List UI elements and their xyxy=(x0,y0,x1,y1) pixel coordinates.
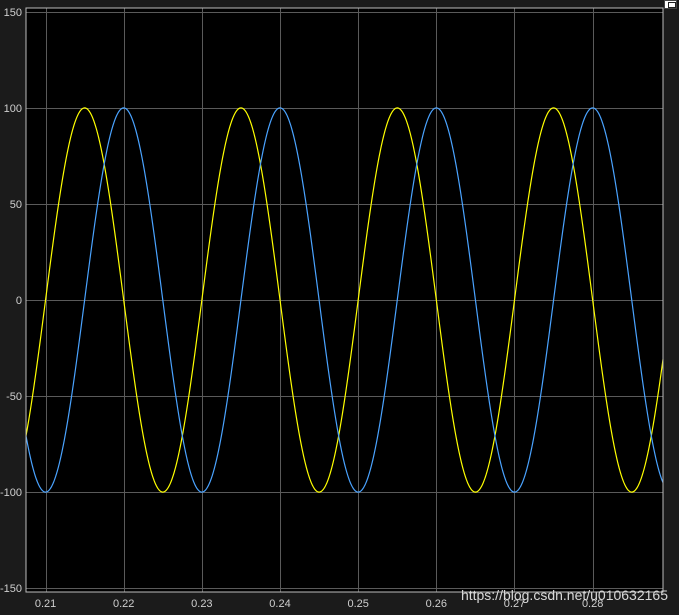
y-tick-label: 100 xyxy=(4,103,22,115)
x-tick-label: 0.24 xyxy=(269,598,290,610)
scope-plot: 150 100 50 0 -50 -100 -150 0.21 0.22 0.23 0.24 0.2… xyxy=(0,7,668,610)
x-tick-label: 0.25 xyxy=(347,598,368,610)
y-tick-labels: 150 100 50 0 -50 -100 -150 xyxy=(0,7,22,595)
restore-window-button[interactable] xyxy=(664,0,677,9)
y-tick-label: -100 xyxy=(0,487,22,499)
restore-window-icon xyxy=(668,2,676,8)
x-tick-label: 0.22 xyxy=(113,598,134,610)
x-tick-label: 0.23 xyxy=(191,598,212,610)
x-tick-label: 0.26 xyxy=(426,598,447,610)
y-tick-label: -150 xyxy=(0,583,22,595)
y-tick-label: 0 xyxy=(16,295,22,307)
y-tick-label: -50 xyxy=(6,391,22,403)
y-tick-label: 50 xyxy=(10,199,22,211)
y-tick-label: 150 xyxy=(4,7,22,19)
scope-window: 150 100 50 0 -50 -100 -150 0.21 0.22 0.23 0.24 0.2… xyxy=(0,0,679,615)
x-tick-label: 0.21 xyxy=(35,598,56,610)
watermark-text: https://blog.csdn.net/u010632165 xyxy=(461,587,668,603)
